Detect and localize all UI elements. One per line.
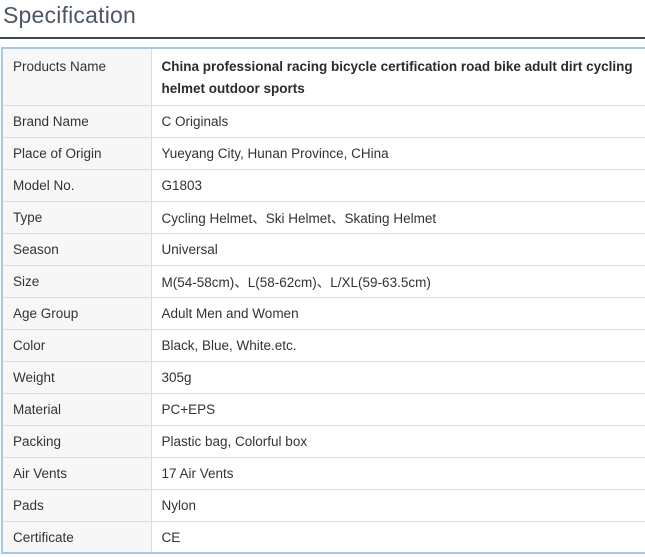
- spec-value: M(54-58cm)、L(58-62cm)、L/XL(59-63.5cm): [151, 264, 645, 297]
- spec-value: Nylon: [151, 488, 645, 521]
- table-row: Air Vents 17 Air Vents: [3, 456, 645, 489]
- table-row: Season Universal: [3, 232, 645, 265]
- spec-label: Packing: [3, 424, 152, 457]
- spec-label: Type: [3, 200, 152, 233]
- spec-label: Model No.: [3, 168, 152, 201]
- table-row: Pads Nylon: [3, 488, 645, 521]
- spec-label: Certificate: [3, 520, 152, 552]
- table-row: Age Group Adult Men and Women: [3, 296, 645, 329]
- table-row: Weight 305g: [3, 360, 645, 393]
- table-row: Brand Name C Originals: [3, 104, 645, 137]
- specification-table: Products Name China professional racing …: [3, 49, 645, 552]
- table-row: Color Black, Blue, White.etc.: [3, 328, 645, 361]
- table-row: Place of Origin Yueyang City, Hunan Prov…: [3, 136, 645, 169]
- spec-value: 305g: [151, 360, 645, 393]
- spec-value: Cycling Helmet、Ski Helmet、Skating Helmet: [151, 200, 645, 233]
- specification-table-frame: Products Name China professional racing …: [1, 47, 645, 554]
- table-row: Model No. G1803: [3, 168, 645, 201]
- spec-label: Brand Name: [3, 104, 152, 137]
- spec-value: C Originals: [151, 104, 645, 137]
- spec-value: Black, Blue, White.etc.: [151, 328, 645, 361]
- table-row: Products Name China professional racing …: [3, 49, 645, 105]
- spec-label: Age Group: [3, 296, 152, 329]
- spec-label: Place of Origin: [3, 136, 152, 169]
- spec-value: Plastic bag, Colorful box: [151, 424, 645, 457]
- spec-label: Season: [3, 232, 152, 265]
- table-row: Certificate CE: [3, 520, 645, 552]
- spec-label: Material: [3, 392, 152, 425]
- spec-label: Color: [3, 328, 152, 361]
- spec-value: China professional racing bicycle certif…: [151, 49, 645, 105]
- table-row: Size M(54-58cm)、L(58-62cm)、L/XL(59-63.5c…: [3, 264, 645, 297]
- spec-value: CE: [151, 520, 645, 552]
- table-row: Packing Plastic bag, Colorful box: [3, 424, 645, 457]
- spec-value: Yueyang City, Hunan Province, CHina: [151, 136, 645, 169]
- title-divider: [0, 37, 645, 39]
- table-row: Type Cycling Helmet、Ski Helmet、Skating H…: [3, 200, 645, 233]
- spec-value: 17 Air Vents: [151, 456, 645, 489]
- spec-label: Weight: [3, 360, 152, 393]
- spec-label: Size: [3, 264, 152, 297]
- spec-value: PC+EPS: [151, 392, 645, 425]
- spec-label: Products Name: [3, 49, 152, 105]
- spec-value: G1803: [151, 168, 645, 201]
- spec-label: Pads: [3, 488, 152, 521]
- spec-value: Adult Men and Women: [151, 296, 645, 329]
- table-row: Material PC+EPS: [3, 392, 645, 425]
- spec-value: Universal: [151, 232, 645, 265]
- section-title: Specification: [3, 2, 137, 28]
- spec-label: Air Vents: [3, 456, 152, 489]
